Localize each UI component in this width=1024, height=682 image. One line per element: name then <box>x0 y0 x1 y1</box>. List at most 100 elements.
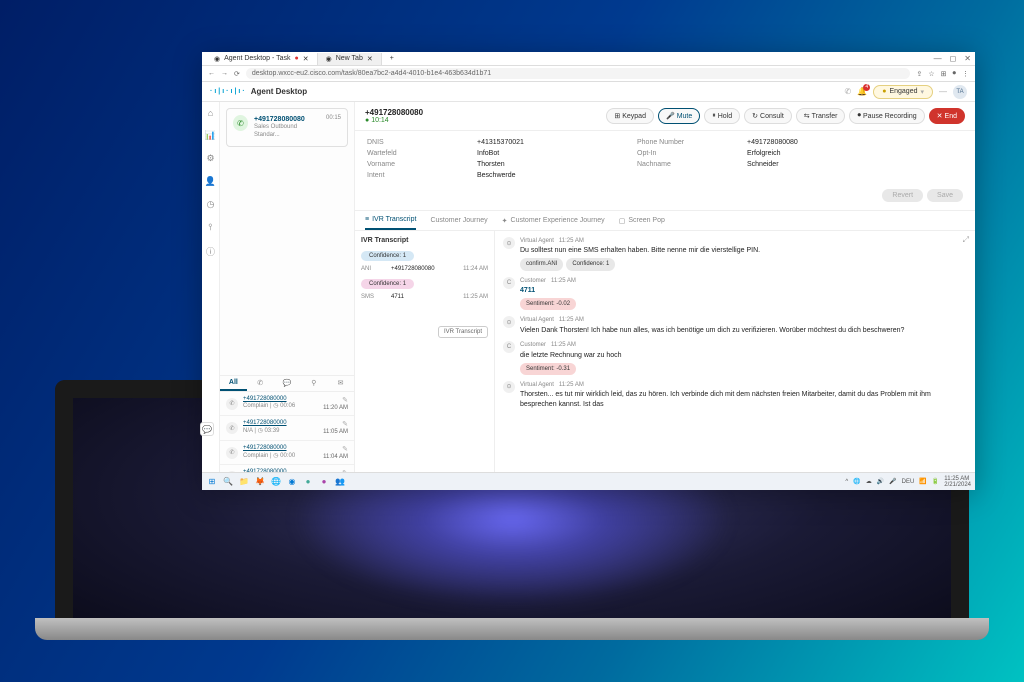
sliders-icon[interactable]: ⚙ <box>206 153 214 164</box>
analytics-icon[interactable]: ⫯ <box>209 222 213 233</box>
agent-status[interactable]: ● Engaged ▾ <box>873 85 933 99</box>
browser-tab-2[interactable]: ◉ New Tab ✕ <box>318 53 382 65</box>
firefox-icon[interactable]: 🦊 <box>254 476 266 488</box>
tray-onedrive-icon[interactable]: ☁ <box>866 478 872 485</box>
expand-icon[interactable]: ⤢ <box>963 235 969 245</box>
help-icon[interactable]: ⓘ <box>206 245 215 258</box>
minus-icon[interactable]: — <box>939 87 947 96</box>
tray-icon[interactable]: ^ <box>845 479 848 485</box>
stats-icon[interactable]: 📊 <box>205 130 216 141</box>
tab-customer-journey[interactable]: Customer Journey <box>430 211 487 230</box>
phone-icon: ✆ <box>226 447 238 459</box>
edit-icon[interactable]: ✎ <box>342 396 348 404</box>
tray-sound-icon[interactable]: 🔊 <box>877 478 884 485</box>
call-number: +491728080080 <box>365 108 423 117</box>
app-title: Agent Desktop <box>251 87 307 96</box>
ivr-badge: IVR Transcript <box>438 326 488 338</box>
app-icon-2[interactable]: ● <box>318 476 330 488</box>
info-value: Erfolgreich <box>747 150 867 157</box>
info-label: Wartefeld <box>367 150 437 157</box>
minimize-icon[interactable]: — <box>934 54 942 63</box>
consult-button[interactable]: ↻ Consult <box>744 108 792 124</box>
contacts-icon[interactable]: 👤 <box>205 176 216 187</box>
tray-wifi-icon[interactable]: 📶 <box>919 478 926 485</box>
save-button[interactable]: Save <box>927 189 963 202</box>
history-row[interactable]: ✆+491728080000Complain | ◷ 00:00✎11:04 A… <box>220 441 354 466</box>
search-icon[interactable]: 🔍 <box>222 476 234 488</box>
home-icon[interactable]: ⌂ <box>208 108 213 118</box>
tab-screen-pop[interactable]: ▢ Screen Pop <box>619 211 665 230</box>
chat-popup-icon[interactable]: 💬 <box>202 422 214 436</box>
chip: Sentiment: -0.02 <box>520 298 576 310</box>
edge-icon[interactable]: ◉ <box>286 476 298 488</box>
revert-button[interactable]: Revert <box>882 189 923 202</box>
teams-icon[interactable]: 👥 <box>334 476 346 488</box>
pause-recording-button[interactable]: ⏺ Pause Recording <box>849 108 924 124</box>
bot-icon: ⊙ <box>503 237 515 249</box>
url-field[interactable]: desktop.wxcc-eu2.cisco.com/task/80ea7bc2… <box>246 68 911 79</box>
active-call-queue: Sales Outbound Standar... <box>254 124 320 140</box>
history-row[interactable]: ✆+491728080000Complain | ◷ 00:06✎11:20 A… <box>220 392 354 417</box>
info-value: +41315370021 <box>477 139 597 146</box>
browser-tab-1[interactable]: ◉ Agent Desktop - Task ● ✕ <box>206 53 318 65</box>
edit-icon[interactable]: ✎ <box>342 445 348 453</box>
active-call-card[interactable]: ✆ +491728080080 Sales Outbound Standar..… <box>226 108 348 147</box>
transcript-message: ⊙Virtual Agent 11:25 AMDu solltest nun e… <box>503 237 967 271</box>
avatar[interactable]: TA <box>953 85 967 99</box>
history-tab-social[interactable]: ⚲ <box>300 376 327 391</box>
tab-ivr-transcript[interactable]: ≡ IVR Transcript <box>365 211 416 230</box>
mute-button[interactable]: 🎤 Mute <box>658 108 700 124</box>
history-tab-all[interactable]: All <box>220 376 247 391</box>
transcript-message: CCustomer 11:25 AM4711Sentiment: -0.02 <box>503 277 967 311</box>
transcript-message: CCustomer 11:25 AMdie letzte Rechnung wa… <box>503 341 967 375</box>
browser-window: ◉ Agent Desktop - Task ● ✕ ◉ New Tab ✕ +… <box>202 52 975 490</box>
app-icon[interactable]: ● <box>302 476 314 488</box>
history-row[interactable]: ✆+491728080000N/A | ◷ 03:39✎11:05 AM <box>220 416 354 441</box>
transcript-title: IVR Transcript <box>361 237 488 244</box>
clock-icon[interactable]: ◷ <box>207 199 215 210</box>
active-call-timer: 00:15 <box>326 115 341 140</box>
back-icon[interactable]: ← <box>208 70 215 77</box>
tray-mic-icon[interactable]: 🎤 <box>889 478 896 485</box>
info-value: InfoBot <box>477 150 597 157</box>
phone-icon: ✆ <box>226 422 238 434</box>
app-header: ·ı|ı·ı|ı· Agent Desktop ✆ 🔔4 ● Engaged ▾… <box>202 82 975 102</box>
info-label: Intent <box>367 172 437 179</box>
ext-icon[interactable]: ⊞ <box>941 70 947 78</box>
keypad-button[interactable]: ⊞ Keypad <box>606 108 654 124</box>
history-tab-call[interactable]: ✆ <box>247 376 274 391</box>
explorer-icon[interactable]: 📁 <box>238 476 250 488</box>
chrome-icon[interactable]: 🌐 <box>270 476 282 488</box>
confidence-pill: Confidence: 1 <box>361 279 414 289</box>
profile-icon[interactable]: ⏺ <box>953 70 957 78</box>
browser-titlebar: ◉ Agent Desktop - Task ● ✕ ◉ New Tab ✕ +… <box>202 52 975 66</box>
call-duration: 10:14 <box>371 117 389 124</box>
info-value: Beschwerde <box>477 172 597 179</box>
tab-cx-journey[interactable]: ✦ Customer Experience Journey <box>502 211 605 230</box>
end-call-button[interactable]: ✕ End <box>929 108 965 124</box>
task-column: ✆ +491728080080 Sales Outbound Standar..… <box>220 102 355 490</box>
hold-button[interactable]: ⏸ Hold <box>704 108 740 124</box>
info-panel: DNIS+41315370021Phone Number+49172808008… <box>355 131 975 211</box>
menu-icon[interactable]: ⋮ <box>962 70 969 78</box>
forward-icon[interactable]: → <box>221 70 228 77</box>
share-icon[interactable]: ⇪ <box>916 70 922 78</box>
history-tab-chat[interactable]: 💬 <box>274 376 301 391</box>
start-icon[interactable]: ⊞ <box>206 476 218 488</box>
maximize-icon[interactable]: ◻ <box>950 54 957 63</box>
star-icon[interactable]: ☆ <box>928 70 934 78</box>
notification-bell-icon[interactable]: 🔔4 <box>857 87 867 96</box>
close-icon[interactable]: ✕ <box>964 54 971 63</box>
tray-webex-icon[interactable]: 🌐 <box>853 478 860 485</box>
edit-icon[interactable]: ✎ <box>342 420 348 428</box>
tray-battery-icon[interactable]: 🔋 <box>932 478 939 485</box>
transcript-message: ⊙Virtual Agent 11:25 AMThorsten... es tu… <box>503 381 967 410</box>
new-tab-button[interactable]: + <box>382 53 402 65</box>
tray-lang[interactable]: DEU <box>902 479 915 485</box>
history-tab-email[interactable]: ✉ <box>327 376 354 391</box>
phone-icon[interactable]: ✆ <box>845 87 852 96</box>
info-value: Schneider <box>747 161 867 168</box>
tray-clock[interactable]: 11:25 AM2/21/2024 <box>944 476 971 488</box>
transfer-button[interactable]: ⇆ Transfer <box>796 108 846 124</box>
reload-icon[interactable]: ⟳ <box>234 70 240 78</box>
